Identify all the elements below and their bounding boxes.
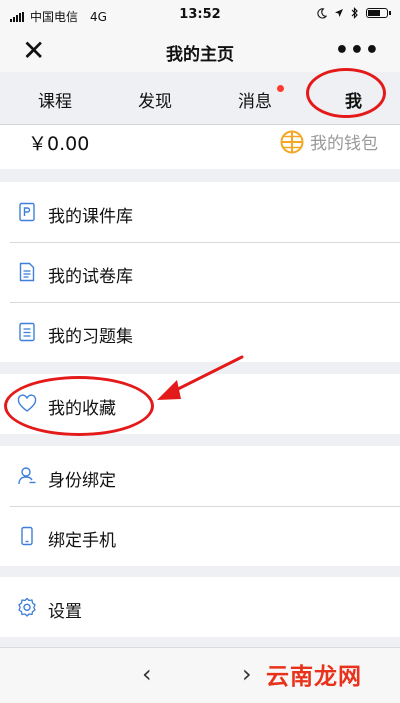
status-bar: 中国电信 4G 13:52 [0, 0, 400, 32]
menu-item-label: 我的试卷库 [48, 267, 133, 287]
tab-bar: 课程 发现 消息 我 [0, 72, 400, 125]
moon-icon [317, 7, 327, 19]
battery-fill [368, 10, 380, 16]
unread-badge-dot [277, 85, 284, 92]
menu-item-exercises[interactable]: 我的习题集 [0, 302, 400, 362]
phone-icon [21, 526, 33, 546]
tab-discover[interactable]: 发现 [138, 87, 172, 112]
gear-icon [18, 597, 36, 617]
wallet-balance: ￥0.00 [28, 133, 90, 155]
tab-me[interactable]: 我 [345, 87, 362, 112]
wallet-label: 我的钱包 [310, 134, 378, 154]
exercise-set-icon [19, 322, 35, 342]
menu-item-label: 我的课件库 [48, 207, 133, 227]
forward-arrow-icon[interactable]: › [242, 660, 252, 688]
tab-courses[interactable]: 课程 [38, 87, 72, 112]
document-icon [19, 262, 35, 282]
menu-item-label: 我的习题集 [48, 327, 133, 347]
location-arrow-icon [335, 9, 343, 17]
back-arrow-icon[interactable]: ‹ [142, 660, 152, 688]
nav-bar: ✕ 我的主页 ••• [0, 32, 400, 72]
menu-item-favorites[interactable]: 我的收藏 [0, 374, 400, 434]
more-icon[interactable]: ••• [335, 38, 380, 63]
menu-item-papers[interactable]: 我的试卷库 [0, 242, 400, 302]
person-icon [18, 467, 36, 485]
menu-group-favorites: 我的收藏 [0, 374, 400, 434]
bluetooth-icon [351, 7, 358, 19]
tab-messages[interactable]: 消息 [238, 87, 272, 112]
wallet-row: ￥0.00 我的钱包 [0, 125, 400, 169]
battery-icon [366, 8, 391, 18]
menu-item-label: 我的收藏 [48, 399, 116, 419]
menu-item-label: 绑定手机 [48, 531, 116, 551]
wallet-grid-icon [280, 130, 304, 153]
wallet-link[interactable]: 我的钱包 [280, 129, 378, 154]
menu-item-identity[interactable]: 身份绑定 [0, 446, 400, 506]
menu-item-label: 设置 [48, 602, 82, 622]
menu-item-courseware[interactable]: 我的课件库 [0, 182, 400, 242]
menu-item-settings[interactable]: 设置 [0, 577, 400, 637]
courseware-icon [19, 202, 35, 222]
menu-item-bind-phone[interactable]: 绑定手机 [0, 506, 400, 566]
menu-item-label: 身份绑定 [48, 471, 116, 491]
menu-group-settings: 设置 [0, 577, 400, 637]
heart-icon [17, 394, 37, 412]
menu-group-libraries: 我的课件库 我的试卷库 我的习题集 [0, 182, 400, 362]
watermark: 云南龙网 [266, 664, 362, 690]
menu-group-binding: 身份绑定 绑定手机 [0, 446, 400, 566]
status-right [316, 7, 391, 19]
